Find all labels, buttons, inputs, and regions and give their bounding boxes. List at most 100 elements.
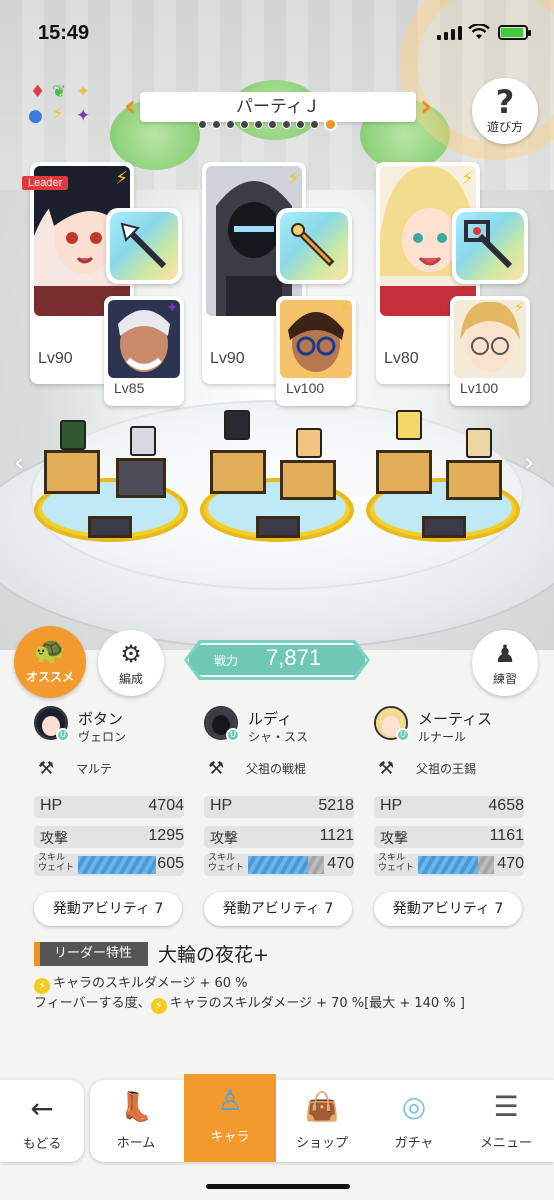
gacha-portal-icon: ◎ xyxy=(401,1090,427,1123)
ability-button-1[interactable]: 発動アビリティ 7 xyxy=(34,892,182,926)
element-badge: U xyxy=(56,728,70,742)
skill-wait-bar-empty xyxy=(478,856,494,874)
attack-row: 攻撃 1295 xyxy=(34,826,184,848)
element-filter[interactable]: ♦ ❦ ✦ ● ⚡ ✦ xyxy=(26,82,96,132)
character-subname: ヴェロン xyxy=(78,730,127,744)
skill-wait-bar-empty xyxy=(308,856,324,874)
thunder-icon: ⚡ xyxy=(461,168,474,189)
element-badge: U xyxy=(396,728,410,742)
character-sprite xyxy=(130,426,156,456)
skill-wait-row: スキル ウェイト 470 xyxy=(374,853,524,876)
recommend-label: オススメ xyxy=(25,670,74,684)
tab-home[interactable]: 👢 ホーム xyxy=(90,1080,182,1162)
leader-trait-name: 大輪の夜花+ xyxy=(158,944,269,966)
team-power: 戦力 7,871 xyxy=(184,640,370,680)
thunder-icon: ⚡ xyxy=(150,998,167,1014)
training-dummy-icon: ♟ xyxy=(494,640,516,668)
sub-level: Lv100 xyxy=(460,380,499,396)
water-element-icon: ● xyxy=(28,106,43,126)
party-page-indicator xyxy=(198,118,337,131)
weapon-name: 父祖の王錫 xyxy=(416,762,477,776)
character-sprite xyxy=(466,428,492,458)
sub-character-2[interactable]: ⚡ Lv100 xyxy=(276,296,356,406)
dark-element-icon: ✦ xyxy=(166,300,178,316)
menu-list-icon: ☰ xyxy=(493,1090,519,1123)
sub-level: Lv85 xyxy=(114,380,145,396)
shop-bag-icon: 👜 xyxy=(304,1090,340,1123)
bottom-navigation: ← もどる 👢 ホーム ♙ キャラ 👜 ショップ ◎ ガチャ ☰ メニュー xyxy=(0,1072,554,1200)
sub-character-3[interactable]: ⚡ Lv100 xyxy=(450,296,530,406)
character-sprite xyxy=(224,410,250,440)
power-label: 戦力 xyxy=(214,654,239,668)
scroll-left-icon[interactable]: ‹ xyxy=(14,448,24,478)
character-name: ルディ xyxy=(248,710,292,728)
formation-button[interactable]: ⚙ 編成 xyxy=(98,630,164,696)
back-button[interactable]: ← もどる xyxy=(0,1080,84,1162)
mace-icon xyxy=(291,223,335,267)
scroll-right-icon[interactable]: › xyxy=(524,448,534,478)
ability-button-2[interactable]: 発動アビリティ 7 xyxy=(204,892,352,926)
attack-row: 攻撃 1121 xyxy=(204,826,354,848)
weapon-type-icon: ⚒ xyxy=(38,758,55,779)
pedestal-3 xyxy=(366,410,520,550)
formation-gear-icon: ⚙ xyxy=(120,640,142,668)
hp-row: HP 5218 xyxy=(204,796,354,818)
tab-menu[interactable]: ☰ メニュー xyxy=(460,1080,552,1162)
clock: 15:49 xyxy=(38,22,90,44)
skill-wait-bar xyxy=(248,856,308,874)
thunder-icon: ⚡ xyxy=(340,300,350,316)
power-value: 7,871 xyxy=(266,645,322,670)
leader-trait-effect-2: フィーバーする度、 ⚡ キャラのスキルダメージ + 70 %[最大 + 140 % … xyxy=(34,996,465,1014)
thunder-element-icon: ⚡ xyxy=(52,104,64,124)
scepter-icon xyxy=(464,220,513,269)
tab-gacha[interactable]: ◎ ガチャ xyxy=(368,1080,460,1162)
wifi-icon xyxy=(468,24,490,39)
practice-label: 練習 xyxy=(492,672,517,686)
weapon-slot-2[interactable] xyxy=(276,208,352,284)
arrow-left-icon: ← xyxy=(30,1092,54,1125)
sub-character-1[interactable]: ✦ Lv85 xyxy=(104,296,184,406)
weapon-type-icon: ⚒ xyxy=(208,758,225,779)
pedestal-2 xyxy=(200,410,354,550)
weapon-slot-3[interactable] xyxy=(452,208,528,284)
hp-row: HP 4658 xyxy=(374,796,524,818)
prev-party-button[interactable]: ‹ xyxy=(120,90,140,126)
character-level: Lv80 xyxy=(384,350,419,367)
leader-badge: Leader xyxy=(22,176,69,190)
weapon-name: マルテ xyxy=(76,762,113,776)
pedestal-1 xyxy=(34,420,188,550)
character-subname: ルナール xyxy=(418,730,467,744)
battery-icon xyxy=(498,25,531,40)
tab-shop[interactable]: 👜 ショップ xyxy=(276,1080,368,1162)
weapon-name: 父祖の戦棍 xyxy=(246,762,307,776)
weapon-type-icon: ⚒ xyxy=(378,758,395,779)
character-name: メーティス xyxy=(418,710,493,728)
hp-row: HP 4704 xyxy=(34,796,184,818)
character-sprite xyxy=(396,410,422,440)
help-button[interactable]: ? 遊び方 xyxy=(472,78,538,144)
next-party-button[interactable]: › xyxy=(416,90,436,126)
skill-wait-bar xyxy=(78,856,156,874)
thunder-icon: ⚡ xyxy=(514,300,524,316)
leader-trait-tag: リーダー特性 xyxy=(34,942,148,966)
home-indicator xyxy=(206,1184,350,1189)
recommend-button[interactable]: 🐢 オススメ xyxy=(14,626,86,698)
light-element-icon: ✦ xyxy=(76,82,91,102)
practice-button[interactable]: ♟ 練習 xyxy=(472,630,538,696)
thunder-icon: ⚡ xyxy=(287,168,300,189)
fire-element-icon: ♦ xyxy=(30,82,46,102)
thunder-icon: ⚡ xyxy=(115,168,128,189)
attack-row: 攻撃 1161 xyxy=(374,826,524,848)
formation-label: 編成 xyxy=(118,672,143,686)
weapon-slot-1[interactable] xyxy=(106,208,182,284)
status-bar: 15:49 xyxy=(0,0,554,60)
tab-character[interactable]: ♙ キャラ xyxy=(184,1074,276,1162)
element-badge: U xyxy=(226,728,240,742)
sub-level: Lv100 xyxy=(286,380,325,396)
character-level: Lv90 xyxy=(210,350,245,367)
skill-wait-bar xyxy=(418,856,478,874)
help-label: 遊び方 xyxy=(486,120,523,134)
character-subname: シャ・スス xyxy=(248,730,309,744)
spear-icon xyxy=(120,222,167,269)
ability-button-3[interactable]: 発動アビリティ 7 xyxy=(374,892,522,926)
